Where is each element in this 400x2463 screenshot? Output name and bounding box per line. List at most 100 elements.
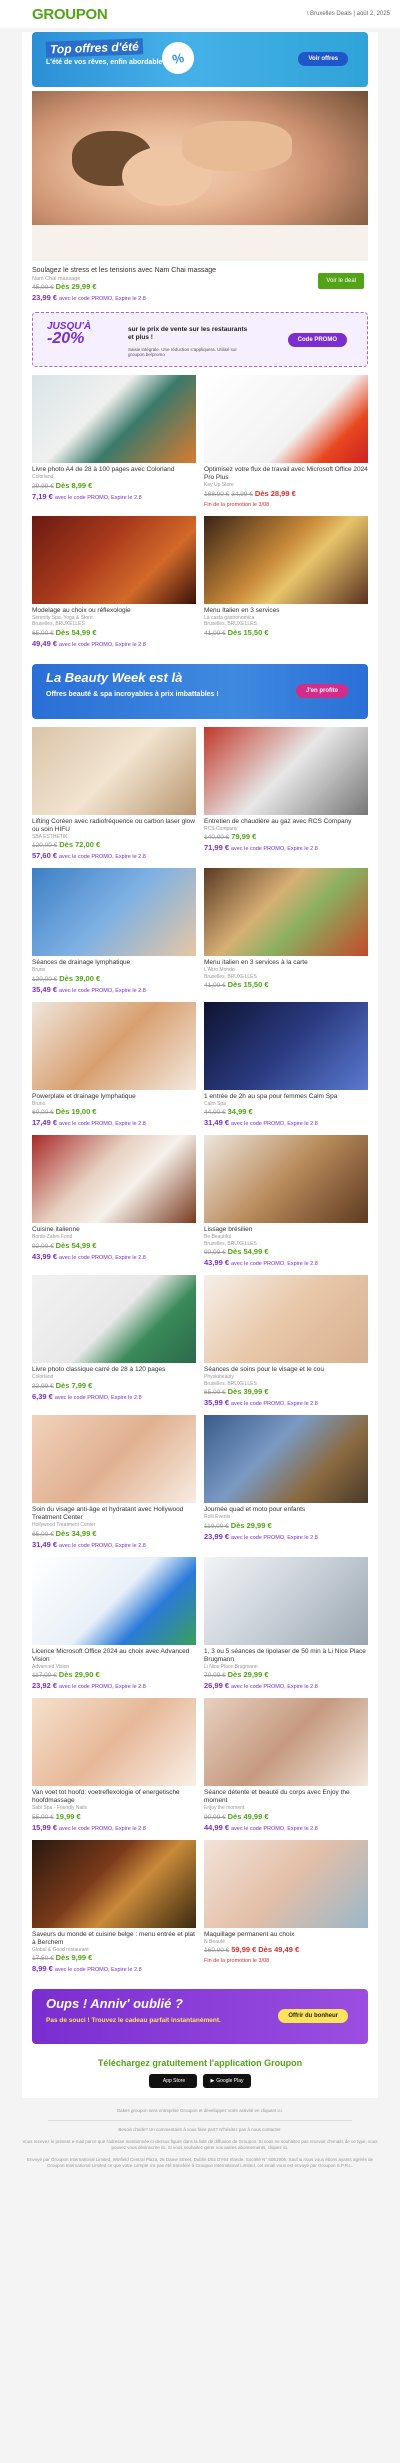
deal-image[interactable] <box>204 868 368 956</box>
deal-promo-note: avec le code PROMO, Expire le 2.8 <box>58 1254 146 1261</box>
deal-card[interactable]: Séances de drainage lymphatique Bruno 120,… <box>32 868 196 996</box>
deal-card[interactable]: Entretien de chaudière au gaz avec RCS C… <box>204 726 368 863</box>
deal-image[interactable] <box>32 375 196 463</box>
deal-card[interactable]: Lissage brésilien Be Beautiful Bruxelles, … <box>204 1135 368 1269</box>
beauty-week-banner[interactable]: La Beauty Week est là Offres beauté & sp… <box>32 663 368 719</box>
deal-title[interactable]: Cuisine italienne <box>32 1226 196 1234</box>
deal-title[interactable]: Saveurs du monde et cuisine belge : menu… <box>32 1931 196 1947</box>
deal-card[interactable]: Livre photo classique carré de 28 à 120 … <box>32 1275 196 1409</box>
deal-card[interactable]: Modelage au choix ou réflexologie Serenit… <box>32 515 196 650</box>
deal-old-price: 65,00 € <box>32 1530 54 1538</box>
legal-line-1: Dakes groupon sera entreprise Groupon et… <box>116 2108 284 2113</box>
deal-image[interactable] <box>204 1839 368 1928</box>
deal-card[interactable]: Optimisez votre flux de travail avec Mic… <box>204 375 368 510</box>
header: GROUPON \ Bruxelles Deals | août 2, 2025 <box>0 0 400 28</box>
gift-button[interactable]: Offrir du bonheur <box>278 2009 348 2023</box>
deal-title[interactable]: Séances de drainage lymphatique <box>32 959 196 967</box>
deal-new-price: 79,99 € <box>231 832 257 841</box>
deal-card[interactable]: Lifting Coréen avec radiofréquence ou ca… <box>32 726 196 863</box>
deal-image[interactable] <box>204 375 368 463</box>
deal-title[interactable]: Menu italien en 3 services à la carte <box>204 959 368 967</box>
summer-offers-banner[interactable]: Top offres d'été L'été de vos rêves, enf… <box>32 32 368 87</box>
deal-promo-price: 23,99 € <box>204 1531 230 1541</box>
deal-image[interactable] <box>32 1001 196 1090</box>
deal-title[interactable]: 1, 3 ou 5 séances de lipolaser de 50 min… <box>204 1648 368 1664</box>
beauty-banner-subtitle: Offres beauté & spa incroyables à prix i… <box>46 690 219 698</box>
deal-promo-price: 8,99 € <box>32 1964 53 1973</box>
deal-card[interactable]: Cuisine italienne Bordo Zahm Fond 92,00 € … <box>32 1135 196 1269</box>
deal-title[interactable]: Powerplate et drainage lymphatique <box>32 1093 196 1101</box>
deal-card[interactable]: Journée quad et moto pour enfants Rolli E… <box>204 1415 368 1551</box>
see-offers-button[interactable]: Voir offres <box>298 52 348 66</box>
deal-card[interactable]: Séances de soins pour le visage et le co… <box>204 1275 368 1409</box>
deal-image[interactable] <box>32 1135 196 1223</box>
deal-title[interactable]: Entretien de chaudière au gaz avec RCS C… <box>204 818 368 826</box>
deal-image[interactable] <box>204 1275 368 1363</box>
deal-image[interactable] <box>204 726 368 815</box>
deal-card[interactable]: 1, 3 ou 5 séances de lipolaser de 50 min… <box>204 1556 368 1693</box>
promo-banner[interactable]: JUSQU'À -20% sur le prix de vente sur le… <box>32 312 368 367</box>
hero-image-massage[interactable] <box>32 91 368 261</box>
google-play-button[interactable]: ▶ Google Play <box>203 2074 251 2088</box>
deal-old-price: 44,00 € <box>204 1109 226 1116</box>
deal-title[interactable]: Modelage au choix ou réflexologie <box>32 607 196 615</box>
groupon-logo[interactable]: GROUPON <box>32 6 108 23</box>
deal-card[interactable]: Séance détente et beauté du corps avec E… <box>204 1698 368 1834</box>
deal-image[interactable] <box>204 1001 368 1090</box>
deal-title[interactable]: Lifting Coréen avec radiofréquence ou ca… <box>32 818 196 834</box>
deal-card[interactable]: Menu italien en 3 services à la carte L'A… <box>204 868 368 996</box>
deal-title[interactable]: Licence Microsoft Office 2024 au choix a… <box>32 1648 196 1664</box>
deal-image[interactable] <box>32 1275 196 1363</box>
deal-card[interactable]: Powerplate et drainage lymphatique Bruno 6… <box>32 1001 196 1130</box>
deal-image[interactable] <box>32 726 196 815</box>
birthday-banner[interactable]: Oups ! Anniv' oublié ? Pas de souci ! Tr… <box>32 1989 368 2044</box>
deal-promo-note: avec le code PROMO, Expire le 2.8 <box>230 1261 318 1267</box>
beauty-cta-button[interactable]: J'en profite <box>295 683 348 698</box>
deal-promo-note: avec le code PROMO, Expire le 2.8 <box>58 1825 146 1832</box>
deal-promo-price: 23,92 € <box>32 1681 58 1690</box>
deal-image[interactable] <box>204 1698 368 1786</box>
deal-image[interactable] <box>32 1698 196 1786</box>
deal-title[interactable]: Menu Italien en 3 services <box>204 607 368 615</box>
deal-promo-price: 31,49 € <box>204 1118 230 1127</box>
deal-image[interactable] <box>32 515 196 604</box>
deal-title[interactable]: Optimisez votre flux de travail avec Mic… <box>204 466 368 482</box>
deal-old-price: 117,00 € <box>32 1672 57 1679</box>
deal-card[interactable]: Licence Microsoft Office 2024 au choix a… <box>32 1556 196 1693</box>
deal-old-price: 41,00 € <box>204 629 226 637</box>
deal-image[interactable] <box>32 1556 196 1645</box>
hero-title[interactable]: Soulagez le stress et les tensions avec … <box>32 267 292 274</box>
deal-image[interactable] <box>32 868 196 956</box>
deal-card[interactable]: 1 entrée de 2h au spa pour femmes Calm S… <box>204 1001 368 1130</box>
deal-title[interactable]: Van voet tot hoofd: voetreflexologie of … <box>32 1789 196 1805</box>
deal-title[interactable]: Séances de soins pour le visage et le co… <box>204 1366 368 1374</box>
deal-image[interactable] <box>204 1415 368 1503</box>
deal-card[interactable]: Maquillage permanent au choix N Beauté 160… <box>204 1839 368 1976</box>
deal-title[interactable]: Séance détente et beauté du corps avec E… <box>204 1789 368 1805</box>
deal-title[interactable]: 1 entrée de 2h au spa pour femmes Calm S… <box>204 1093 368 1101</box>
deal-card[interactable]: Livre photo A4 de 28 à 100 pages avec Co… <box>32 375 196 510</box>
deal-promo-note: avec le code PROMO, Expire le 2.8 <box>54 1394 142 1401</box>
deal-promo-note: Fin de la promotion le 3/08 <box>204 501 270 508</box>
footer: Téléchargez gratuitement l'application G… <box>22 2048 378 2098</box>
deal-card[interactable]: Van voet tot hoofd: voetreflexologie of … <box>32 1698 196 1834</box>
deal-card[interactable]: Soin du visage anti-âge et hydratant ave… <box>32 1415 196 1551</box>
deal-title[interactable]: Soin du visage anti-âge et hydratant ave… <box>32 1506 196 1522</box>
deal-title[interactable]: Maquillage permanent au choix <box>204 1931 368 1939</box>
deal-image[interactable] <box>204 1556 368 1645</box>
app-store-button[interactable]: App Store <box>149 2074 197 2088</box>
deal-image[interactable] <box>32 1839 196 1928</box>
deal-title[interactable]: Livre photo classique carré de 28 à 120 … <box>32 1366 196 1374</box>
deal-title[interactable]: Lissage brésilien <box>204 1226 368 1234</box>
deal-title[interactable]: Journée quad et moto pour enfants <box>204 1506 368 1514</box>
deal-card[interactable]: Saveurs du monde et cuisine belge : menu… <box>32 1839 196 1976</box>
deal-image[interactable] <box>204 515 368 604</box>
deal-title[interactable]: Livre photo A4 de 28 à 100 pages avec Co… <box>32 466 196 474</box>
deal-image[interactable] <box>204 1135 368 1223</box>
promo-code-button[interactable]: Code PROMO <box>287 333 347 347</box>
see-deal-button[interactable]: Voir le deal <box>318 273 364 289</box>
deal-card[interactable]: Menu Italien en 3 services La casta gastr… <box>204 515 368 650</box>
location-date: \ Bruxelles Deals | août 2, 2025 <box>306 11 390 17</box>
legal-text: Dakes groupon sera entreprise Groupon et… <box>0 2108 400 2169</box>
deal-image[interactable] <box>32 1415 196 1503</box>
